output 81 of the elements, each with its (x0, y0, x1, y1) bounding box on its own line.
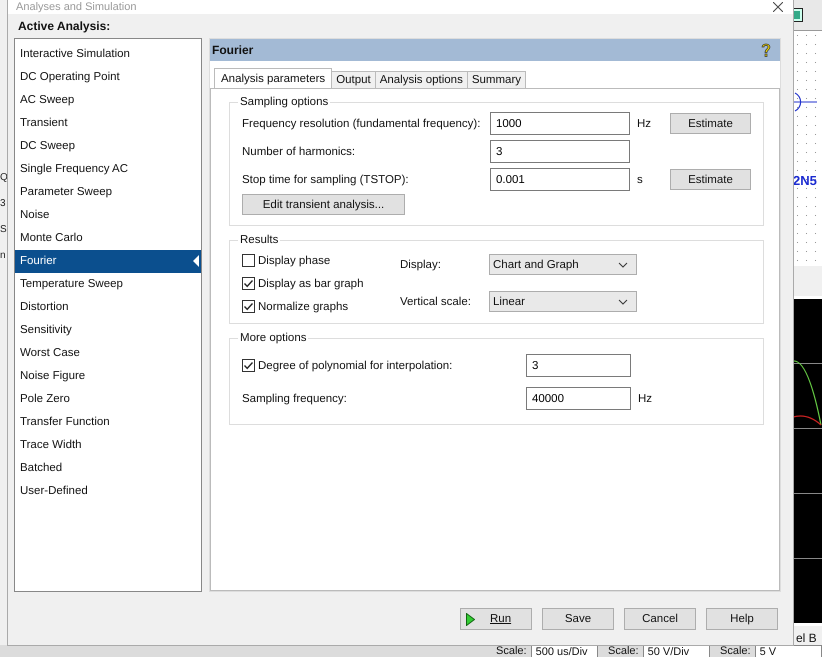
waveform-drawing (793, 359, 822, 427)
analysis-item[interactable]: Trace Width (15, 434, 201, 457)
analysis-item[interactable]: Pole Zero (15, 388, 201, 411)
scale-field[interactable]: 5 V (754, 645, 822, 657)
section-heading: Active Analysis: (17, 18, 112, 35)
field-label: Sampling frequency: (242, 392, 348, 404)
checkbox[interactable] (242, 300, 255, 313)
checkbox[interactable] (242, 359, 255, 372)
component-label: 2N5 (793, 173, 818, 188)
tab[interactable]: Summary (466, 71, 526, 88)
scale-field[interactable]: 50 V/Div (642, 645, 710, 657)
analysis-item[interactable]: Batched (15, 457, 201, 480)
scale-label: Scale: (719, 645, 751, 657)
dropdown[interactable]: Linear (489, 291, 637, 312)
scale-field[interactable]: 500 us/Div (530, 645, 598, 657)
input-field[interactable]: 3 (490, 140, 630, 163)
analysis-item[interactable]: DC Operating Point (15, 66, 201, 89)
checkbox[interactable] (242, 254, 255, 267)
field-label: Vertical scale: (400, 296, 472, 308)
analysis-item[interactable]: Worst Case (15, 342, 201, 365)
analysis-item[interactable]: Parameter Sweep (15, 181, 201, 204)
estimate-button[interactable]: Estimate (670, 113, 751, 134)
unit-label: Hz (638, 392, 652, 404)
analysis-item[interactable]: Monte Carlo (15, 227, 201, 250)
window-title: Analyses and Simulation (16, 0, 136, 14)
selection-notch-icon (193, 255, 199, 267)
checkbox-label: Degree of polynomial for interpolation: (258, 360, 452, 372)
unit-label: Hz (637, 118, 652, 130)
analysis-item[interactable]: Noise (15, 204, 201, 227)
schematic-label-fragment: n (0, 250, 7, 262)
checkbox-label: Normalize graphs (258, 300, 348, 312)
checkbox-label: Display phase (258, 254, 330, 266)
analysis-item[interactable]: AC Sweep (15, 89, 201, 112)
analysis-item[interactable]: Transfer Function (15, 411, 201, 434)
schematic-label-fragment: Q (0, 172, 9, 184)
scale-label: Scale: (495, 645, 527, 657)
dialog-button[interactable]: Help (706, 608, 778, 630)
group-title: Results (239, 234, 280, 246)
group-title: Sampling options (239, 96, 330, 108)
analysis-item[interactable]: DC Sweep (15, 135, 201, 158)
tab[interactable]: Analysis options (374, 71, 468, 88)
chevron-down-icon (618, 262, 628, 268)
tab[interactable]: Analysis parameters (214, 68, 332, 88)
channel-label: el B (796, 631, 817, 645)
estimate-button[interactable]: Estimate (670, 169, 751, 190)
dialog-button[interactable]: Cancel (624, 608, 696, 630)
dropdown[interactable]: Chart and Graph (489, 254, 637, 275)
input-field[interactable]: 3 (526, 354, 631, 377)
schematic-label-fragment: S (0, 224, 8, 236)
analysis-item[interactable]: Noise Figure (15, 365, 201, 388)
play-icon (466, 612, 475, 626)
field-label: Number of harmonics: (242, 146, 356, 158)
edit-transient-button[interactable]: Edit transient analysis... (242, 194, 405, 215)
analysis-item[interactable]: Sensitivity (15, 319, 201, 342)
unit-label: s (637, 174, 643, 186)
analysis-item[interactable]: User-Defined (15, 480, 201, 503)
dialog-button[interactable]: Save (542, 608, 614, 630)
chevron-down-icon (618, 298, 628, 304)
field-label: Display: (400, 258, 442, 270)
field-label: Stop time for sampling (TSTOP): (242, 174, 410, 186)
schematic-label-fragment: 3 (0, 198, 7, 210)
input-field[interactable]: 40000 (526, 387, 631, 410)
input-field[interactable]: 0.001 (490, 168, 630, 191)
checkbox[interactable] (242, 277, 255, 290)
tab[interactable]: Output (331, 71, 376, 88)
analysis-item[interactable]: Distortion (15, 296, 201, 319)
analysis-item[interactable]: Transient (15, 112, 201, 135)
analysis-item[interactable]: Temperature Sweep (15, 273, 201, 296)
field-label: Frequency resolution (fundamental frequency): (242, 118, 482, 130)
input-field[interactable]: 1000 (490, 112, 630, 135)
analysis-item[interactable]: Interactive Simulation (15, 43, 201, 66)
help-icon[interactable] (760, 42, 772, 58)
scale-label: Scale: (607, 645, 639, 657)
checkbox-label: Display as bar graph (258, 278, 364, 290)
panel-title: Fourier (212, 43, 254, 57)
run-button[interactable]: Run (460, 608, 532, 630)
analysis-item[interactable]: Single Frequency AC (15, 158, 201, 181)
group-title: More options (239, 332, 308, 344)
analysis-item[interactable]: Fourier (15, 250, 201, 273)
transistor-symbol-icon (793, 91, 817, 113)
close-icon[interactable] (773, 2, 783, 12)
